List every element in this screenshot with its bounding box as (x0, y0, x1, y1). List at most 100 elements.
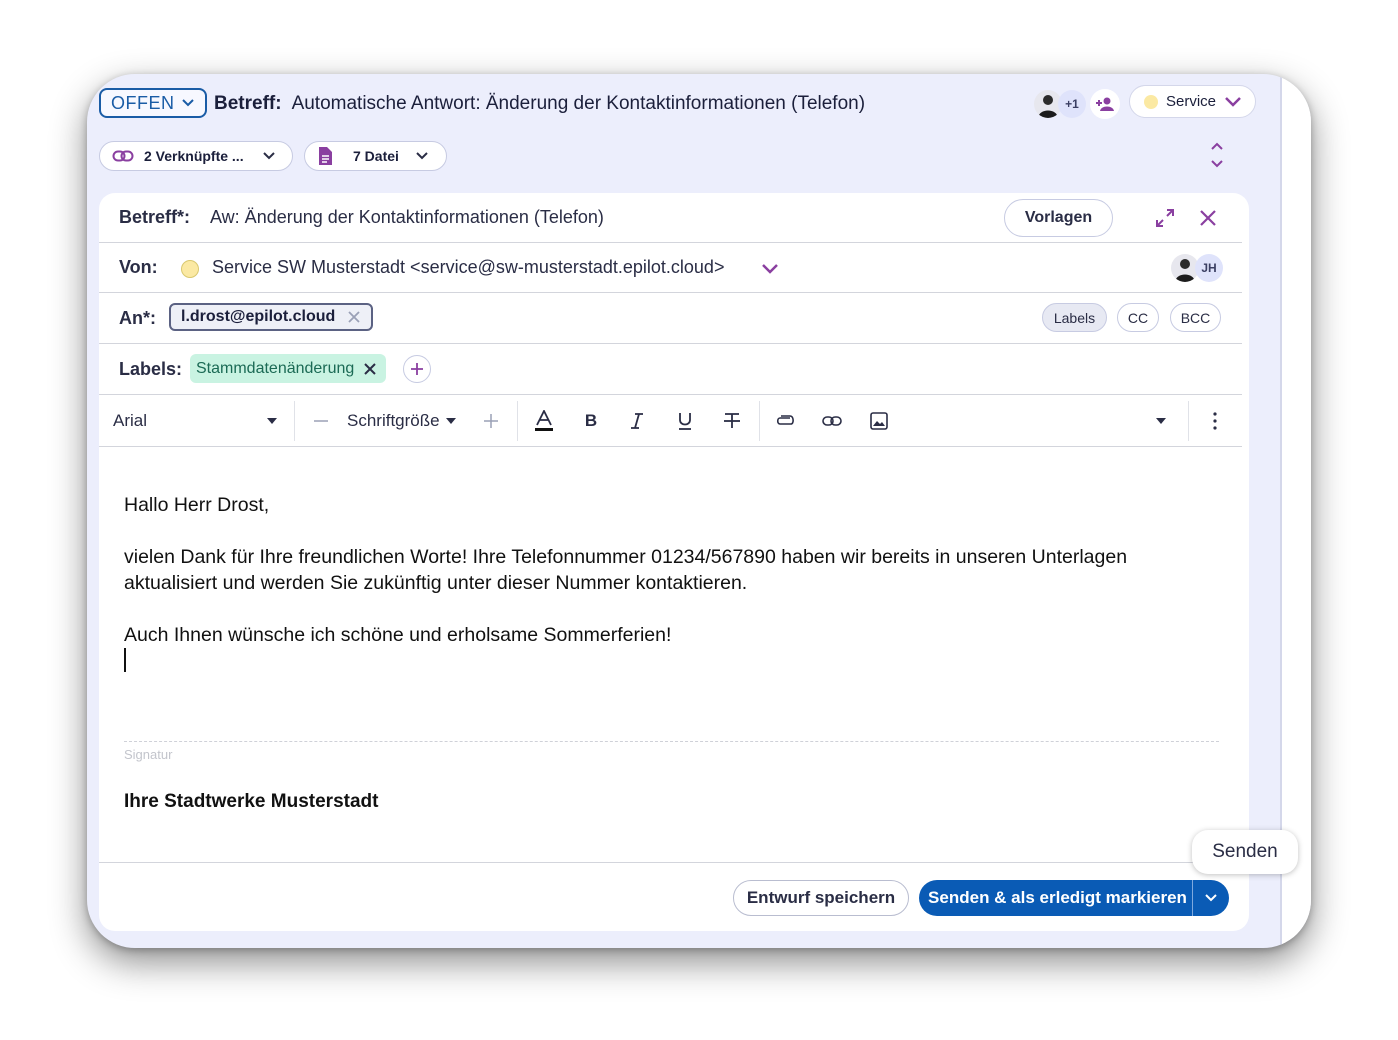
strikethrough-button[interactable] (720, 395, 744, 447)
italic-button[interactable] (625, 395, 649, 447)
body-paragraph-2[interactable]: Auch Ihnen wünsche ich schöne und erhols… (124, 624, 671, 647)
chevron-down-icon (262, 152, 275, 160)
expand-collapse-button[interactable] (1206, 141, 1228, 169)
font-size-select[interactable]: Schriftgröße (347, 395, 459, 447)
thread-subject-text: Automatische Antwort: Änderung der Konta… (291, 93, 866, 114)
recipient-chip[interactable]: l.drost@epilot.cloud (169, 303, 374, 331)
chevron-down-icon (1225, 96, 1241, 107)
labels-button[interactable]: Labels (1042, 303, 1107, 332)
participants-more-badge: +1 (1058, 90, 1086, 118)
increase-font-size-button[interactable] (481, 395, 501, 447)
sender-avatars: JH (1171, 254, 1223, 282)
team-color-dot (1144, 94, 1158, 109)
chevron-down-icon[interactable] (761, 263, 779, 275)
team-dropdown[interactable]: Service (1129, 85, 1256, 118)
send-tooltip: Senden (1192, 830, 1298, 874)
thread-subject: Betreff: Automatische Antwort: Änderung … (214, 93, 865, 115)
recipient-email: l.drost@epilot.cloud (181, 308, 336, 325)
minus-icon (314, 420, 328, 422)
send-split-button: Senden & als erledigt markieren (919, 880, 1229, 916)
linked-entities-label: 2 Verknüpfte ... (144, 148, 244, 164)
send-options-dropdown[interactable] (1193, 893, 1229, 903)
to-row: An*: l.drost@epilot.cloud Labels CC BCC (99, 293, 1242, 344)
attachment-icon (776, 415, 794, 425)
fullscreen-icon (1156, 209, 1174, 227)
font-size-value: Schriftgröße (347, 411, 440, 430)
files-label: 7 Datei (353, 148, 399, 164)
more-options-button[interactable] (1205, 395, 1225, 447)
toolbar-divider (294, 401, 295, 441)
linked-entities-dropdown[interactable]: 2 Verknüpfte ... (99, 141, 293, 171)
add-user-button[interactable] (1090, 89, 1120, 119)
image-icon (870, 412, 888, 430)
cc-button[interactable]: CC (1117, 303, 1159, 332)
subject-row: Betreff*: Aw: Änderung der Kontaktinform… (99, 193, 1242, 243)
insert-image-button[interactable] (867, 395, 891, 447)
close-icon (1200, 210, 1216, 226)
link-icon (112, 150, 134, 162)
subject-field-label: Betreff*: (119, 207, 191, 227)
attachment-button[interactable] (773, 395, 797, 447)
toolbar-divider (517, 401, 518, 441)
strikethrough-icon (724, 413, 740, 428)
file-icon (319, 147, 332, 165)
from-field-label: Von: (119, 257, 158, 277)
caret-down-icon (1156, 418, 1166, 424)
bcc-button[interactable]: BCC (1170, 303, 1221, 332)
close-icon[interactable] (364, 362, 377, 375)
bold-button[interactable]: B (579, 395, 603, 447)
insert-link-button[interactable] (820, 395, 844, 447)
fullscreen-button[interactable] (1153, 206, 1177, 230)
editor-toolbar: Arial Schriftgröße B (99, 395, 1242, 447)
toolbar-divider (1188, 401, 1189, 441)
to-field-label: An*: (119, 307, 156, 328)
send-and-close-button[interactable]: Senden & als erledigt markieren (919, 888, 1192, 908)
more-vertical-icon (1213, 412, 1217, 430)
underline-button[interactable] (673, 395, 697, 447)
thread-subject-label: Betreff: (214, 93, 282, 114)
email-thread-window: OFFEN Betreff: Automatische Antwort: Änd… (87, 74, 1311, 948)
save-draft-button[interactable]: Entwurf speichern (733, 880, 909, 916)
from-row: Von: Service SW Musterstadt <service@sw-… (99, 243, 1242, 293)
add-label-button[interactable] (403, 355, 431, 383)
underline-icon (679, 413, 691, 430)
footer-divider (99, 862, 1242, 863)
status-dropdown[interactable]: OFFEN (99, 88, 207, 118)
compose-card: Betreff*: Aw: Änderung der Kontaktinform… (99, 193, 1249, 931)
font-family-select[interactable]: Arial (113, 395, 277, 447)
decrease-font-size-button[interactable] (311, 395, 331, 447)
signature-label: Signatur (124, 747, 173, 762)
subject-input[interactable]: Aw: Änderung der Kontaktinformationen (T… (210, 207, 604, 228)
body-paragraph-1-line-1[interactable]: vielen Dank für Ihre freundlichen Worte!… (124, 546, 1127, 569)
files-dropdown[interactable]: 7 Datei (304, 141, 447, 171)
toolbar-divider (759, 401, 760, 441)
body-paragraph-1-line-2[interactable]: aktualisiert und werden Sie zukünftig un… (124, 572, 747, 595)
text-color-button[interactable] (531, 395, 557, 447)
expand-collapse-icon (1211, 142, 1223, 168)
text-cursor (124, 648, 126, 672)
templates-button[interactable]: Vorlagen (1004, 199, 1113, 237)
italic-icon (631, 413, 643, 429)
close-icon[interactable] (347, 310, 361, 324)
team-label: Service (1166, 93, 1217, 110)
label-tag[interactable]: Stammdatenänderung (190, 354, 387, 383)
chevron-down-icon (1205, 894, 1217, 902)
body-greeting[interactable]: Hallo Herr Drost, (124, 494, 269, 517)
caret-down-icon (267, 418, 277, 424)
add-user-icon (1096, 97, 1114, 111)
caret-down-icon (445, 418, 456, 424)
font-family-value: Arial (113, 411, 148, 430)
participants[interactable]: +1 (1034, 90, 1086, 118)
text-color-icon (535, 410, 553, 431)
plus-icon (484, 414, 498, 428)
side-panel-edge (1282, 74, 1311, 948)
chevron-down-icon (181, 99, 194, 107)
close-button[interactable] (1196, 206, 1220, 230)
sender-status-dot (181, 260, 199, 278)
plus-icon (411, 363, 423, 375)
chevron-down-icon (416, 152, 428, 160)
signature-text[interactable]: Ihre Stadtwerke Musterstadt (124, 791, 378, 813)
more-formats-dropdown[interactable] (1151, 395, 1171, 447)
from-select[interactable]: Service SW Musterstadt <service@sw-muste… (212, 257, 724, 278)
labels-field-label: Labels: (119, 358, 183, 379)
